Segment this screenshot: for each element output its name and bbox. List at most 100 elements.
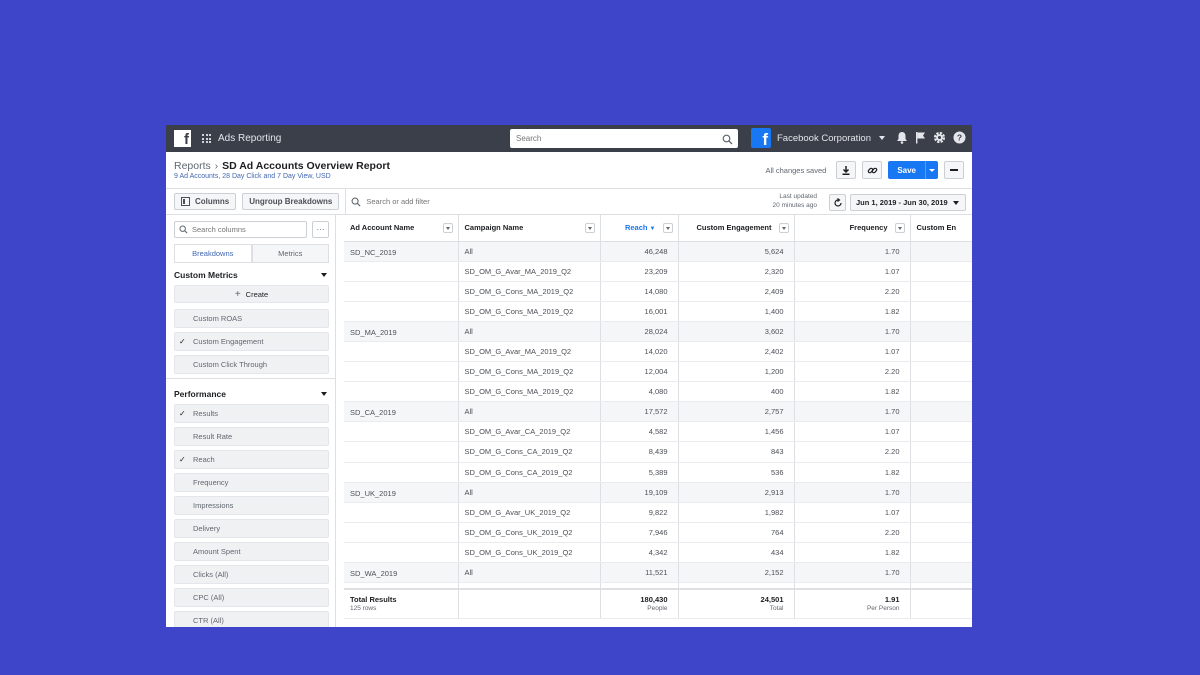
campaign-name-cell[interactable]: All bbox=[458, 241, 601, 262]
help-icon[interactable]: ? bbox=[953, 131, 966, 144]
column-menu-icon[interactable] bbox=[662, 223, 673, 233]
campaign-name-cell[interactable]: All bbox=[458, 482, 601, 503]
tab-breakdowns[interactable]: Breakdowns bbox=[174, 244, 252, 262]
campaign-name-cell[interactable]: SD_OM_G_Avar_CA_2019_Q2 bbox=[458, 421, 601, 443]
breadcrumb-reports-link[interactable]: Reports bbox=[174, 160, 211, 172]
column-header-custom-en[interactable]: Custom En bbox=[910, 215, 972, 242]
column-search[interactable] bbox=[174, 221, 308, 238]
campaign-name-cell[interactable]: SD_OM_G_Avar_MA_2019_Q2 bbox=[458, 261, 601, 282]
account-name-cell[interactable]: SD_WA_2019 bbox=[344, 562, 459, 584]
campaign-name-cell[interactable]: SD_OM_G_Cons_UK_2019_Q2 bbox=[458, 542, 601, 564]
create-metric-button[interactable]: + Create bbox=[174, 285, 329, 303]
filter-search[interactable] bbox=[351, 197, 567, 207]
account-name-cell[interactable]: SD_CA_2019 bbox=[344, 401, 459, 423]
table-row[interactable]: SD_MA_2019 All 28,024 3,602 1.70 bbox=[344, 321, 972, 342]
table-row[interactable]: SD_OM_G_Avar_MA_2019_Q2 23,209 2,320 1.07 bbox=[344, 261, 972, 282]
more-options-button[interactable] bbox=[944, 161, 964, 179]
account-name-cell[interactable]: SD_NC_2019 bbox=[344, 241, 459, 262]
sidebar-item-cpc-all[interactable]: CPC (All) bbox=[174, 588, 329, 607]
table-row[interactable]: SD_OM_G_Cons_CA_2019_Q2 8,439 843 2.20 bbox=[344, 441, 972, 463]
save-dropdown-button[interactable] bbox=[925, 161, 938, 179]
apps-grid-icon[interactable] bbox=[202, 134, 211, 143]
column-menu-icon[interactable] bbox=[442, 223, 453, 233]
account-switcher[interactable]: f Facebook Corporation bbox=[751, 128, 885, 148]
sidebar-item-results[interactable]: ✓ Results bbox=[174, 404, 329, 423]
ungroup-breakdowns-button[interactable]: Ungroup Breakdowns bbox=[242, 193, 340, 210]
column-header-custom-engagement[interactable]: Custom Engagement bbox=[678, 215, 795, 242]
campaign-name-cell[interactable]: All bbox=[458, 401, 601, 423]
column-header-ad-account[interactable]: Ad Account Name bbox=[344, 215, 459, 242]
table-row[interactable]: SD_OM_G_Avar_MA_2019_Q2 14,020 2,402 1.07 bbox=[344, 341, 972, 363]
table-row[interactable]: SD_OM_G_Avar_CA_2019_Q2 4,582 1,456 1.07 bbox=[344, 421, 972, 443]
campaign-name-cell[interactable]: SD_OM_G_Cons_MA_2019_Q2 bbox=[458, 361, 601, 383]
campaign-name-cell[interactable]: All bbox=[458, 321, 601, 342]
table-row[interactable]: SD_OM_G_Cons_UK_2019_Q2 7,946 764 2.20 bbox=[344, 522, 972, 543]
facebook-logo-icon[interactable]: f bbox=[174, 130, 191, 147]
table-row[interactable]: SD_NC_2019 All 46,248 5,624 1.70 bbox=[344, 241, 972, 262]
search-icon bbox=[179, 225, 188, 234]
campaign-name-cell[interactable]: SD_OM_G_Cons_CA_2019_Q2 bbox=[458, 441, 601, 463]
column-menu-icon[interactable] bbox=[584, 223, 595, 233]
frequency-cell: 1.82 bbox=[794, 542, 911, 564]
campaign-name-cell[interactable]: SD_OM_G_Avar_UK_2019_Q2 bbox=[458, 502, 601, 523]
table-row[interactable]: SD_OM_G_Avar_UK_2019_Q2 9,822 1,982 1.07 bbox=[344, 502, 972, 523]
table-row[interactable]: SD_WA_2019 All 11,521 2,152 1.70 bbox=[344, 562, 972, 584]
campaign-name-cell[interactable]: SD_OM_G_Cons_MA_2019_Q2 bbox=[458, 281, 601, 302]
sidebar-item-ctr-all[interactable]: CTR (All) bbox=[174, 611, 329, 627]
table-row[interactable]: SD_OM_G_Cons_CA_2019_Q2 5,389 536 1.82 bbox=[344, 462, 972, 483]
flag-icon[interactable] bbox=[915, 131, 926, 144]
column-search-input[interactable] bbox=[192, 225, 302, 234]
account-name-cell[interactable]: SD_MA_2019 bbox=[344, 321, 459, 342]
sidebar-item-result-rate[interactable]: Result Rate bbox=[174, 427, 329, 446]
table-row[interactable]: SD_OM_G_Cons_MA_2019_Q2 14,080 2,409 2.20 bbox=[344, 281, 972, 302]
account-name-cell[interactable]: SD_UK_2019 bbox=[344, 482, 459, 503]
table-row[interactable]: SD_OM_G_Cons_MA_2019_Q2 12,004 1,200 2.20 bbox=[344, 361, 972, 383]
sidebar-item-impressions[interactable]: Impressions bbox=[174, 496, 329, 515]
column-menu-icon[interactable] bbox=[778, 223, 789, 233]
sidebar-item-clicks-all[interactable]: Clicks (All) bbox=[174, 565, 329, 584]
collapse-caret-icon[interactable] bbox=[321, 392, 327, 396]
global-search[interactable] bbox=[510, 129, 738, 148]
custom-metrics-section[interactable]: Custom Metrics bbox=[166, 265, 335, 285]
column-header-frequency[interactable]: Frequency bbox=[794, 215, 911, 242]
campaign-name-cell[interactable]: SD_OM_G_Cons_CA_2019_Q2 bbox=[458, 462, 601, 483]
sidebar-more-button[interactable]: ··· bbox=[312, 221, 329, 238]
refresh-button[interactable] bbox=[829, 194, 846, 211]
column-menu-icon[interactable] bbox=[894, 223, 905, 233]
performance-section[interactable]: Performance bbox=[166, 384, 335, 404]
sidebar-item-label: Custom ROAS bbox=[193, 314, 243, 323]
filter-input[interactable] bbox=[366, 197, 567, 206]
table-row[interactable]: SD_OM_G_Cons_MA_2019_Q2 4,080 400 1.82 bbox=[344, 381, 972, 403]
collapse-caret-icon[interactable] bbox=[321, 273, 327, 277]
table-row[interactable]: SD_UK_2019 All 19,109 2,913 1.70 bbox=[344, 482, 972, 503]
sidebar-item-custom-engagement[interactable]: ✓ Custom Engagement bbox=[174, 332, 329, 351]
save-button[interactable]: Save bbox=[888, 161, 925, 179]
columns-button[interactable]: Columns bbox=[174, 193, 237, 210]
sidebar-item-amount-spent[interactable]: Amount Spent bbox=[174, 542, 329, 561]
sidebar-item-frequency[interactable]: Frequency bbox=[174, 473, 329, 492]
app-title[interactable]: Ads Reporting bbox=[218, 133, 281, 144]
tab-metrics[interactable]: Metrics bbox=[251, 244, 329, 262]
table-row[interactable]: SD_OM_G_Cons_MA_2019_Q2 16,001 1,400 1.82 bbox=[344, 301, 972, 322]
campaign-name-cell[interactable]: SD_OM_G_Cons_MA_2019_Q2 bbox=[458, 381, 601, 403]
column-header-campaign[interactable]: Campaign Name bbox=[458, 215, 601, 242]
sidebar-item-reach[interactable]: ✓ Reach bbox=[174, 450, 329, 469]
search-icon[interactable] bbox=[722, 132, 733, 150]
campaign-name-cell[interactable]: SD_OM_G_Cons_MA_2019_Q2 bbox=[458, 301, 601, 322]
sidebar-item-custom-roas[interactable]: Custom ROAS bbox=[174, 309, 329, 328]
share-link-button[interactable] bbox=[862, 161, 883, 179]
sidebar-item-custom-click-through[interactable]: Custom Click Through bbox=[174, 355, 329, 374]
column-header-reach[interactable]: Reach ▼ bbox=[600, 215, 679, 242]
table-row[interactable]: SD_OM_G_Cons_UK_2019_Q2 4,342 434 1.82 bbox=[344, 542, 972, 564]
table-row[interactable]: SD_CA_2019 All 17,572 2,757 1.70 bbox=[344, 401, 972, 423]
bell-icon[interactable] bbox=[896, 131, 908, 144]
gear-icon[interactable] bbox=[933, 131, 946, 144]
campaign-name-cell[interactable]: All bbox=[458, 562, 601, 584]
report-subtitle[interactable]: 9 Ad Accounts, 28 Day Click and 7 Day Vi… bbox=[174, 173, 331, 180]
global-search-input[interactable] bbox=[510, 134, 710, 143]
download-button[interactable] bbox=[836, 161, 857, 179]
date-range-picker[interactable]: Jun 1, 2019 - Jun 30, 2019 bbox=[850, 194, 966, 211]
sidebar-item-delivery[interactable]: Delivery bbox=[174, 519, 329, 538]
campaign-name-cell[interactable]: SD_OM_G_Avar_MA_2019_Q2 bbox=[458, 341, 601, 363]
campaign-name-cell[interactable]: SD_OM_G_Cons_UK_2019_Q2 bbox=[458, 522, 601, 543]
